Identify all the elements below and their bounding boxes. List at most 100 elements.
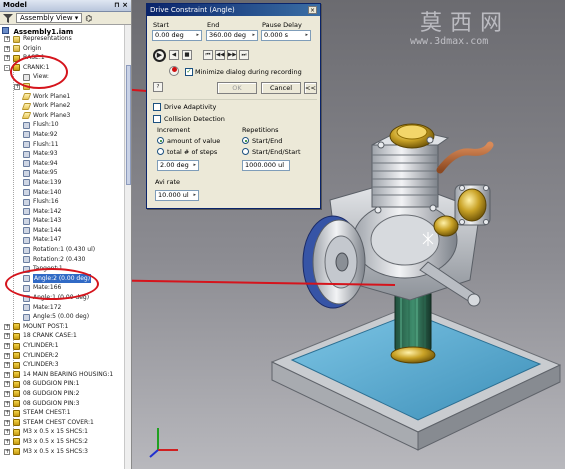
tree-item[interactable]: Mate:139 <box>0 178 131 188</box>
expand-icon[interactable]: + <box>4 362 10 369</box>
tree-item[interactable]: +18 CRANK CASE:1 <box>0 331 131 341</box>
part-icon <box>13 323 20 331</box>
tree-item[interactable]: Flush:10 <box>0 120 131 130</box>
tree-item[interactable]: Rotation:1 (0.430 ul) <box>0 245 131 255</box>
record-button[interactable] <box>169 66 179 76</box>
tree-item[interactable]: Mate:140 <box>0 188 131 198</box>
part-icon <box>13 448 20 456</box>
tree-item[interactable]: Flush:11 <box>0 140 131 150</box>
go-to-end-button[interactable]: ⏭ <box>239 50 249 60</box>
expand-icon[interactable]: + <box>4 352 10 359</box>
part-icon <box>13 419 20 427</box>
amount-of-value-radio[interactable] <box>157 137 164 144</box>
close-button[interactable]: × <box>308 6 317 14</box>
tree-item[interactable]: + Origin <box>0 44 131 54</box>
tree-item[interactable]: Work Plane2 <box>0 101 131 111</box>
tree-item[interactable]: Angle:5 (0.00 deg) <box>0 312 131 322</box>
find-binoculars-icon[interactable]: ⌬ <box>85 14 92 23</box>
collapse-button[interactable]: << <box>304 82 317 94</box>
filter-icon[interactable] <box>3 13 13 23</box>
step-forward-button[interactable]: ▶▶ <box>227 50 237 60</box>
expand-icon[interactable]: + <box>4 45 10 52</box>
tree-item[interactable]: + CYLINDER:2 <box>0 351 131 361</box>
pause-delay-input[interactable]: 0.000 s ▸ <box>261 30 311 41</box>
tree-item[interactable]: Mate:92 <box>0 130 131 140</box>
tree-item[interactable]: Work Plane1 <box>0 92 131 102</box>
play-reverse-button[interactable]: ◀ <box>169 50 179 60</box>
constraint-icon <box>23 256 30 264</box>
play-forward-button[interactable]: ▶ <box>153 49 166 62</box>
go-to-start-button[interactable]: ⏮ <box>203 50 213 60</box>
expand-icon[interactable]: + <box>4 36 10 42</box>
tree-item[interactable]: Mate:93 <box>0 149 131 159</box>
browser-pin-icon[interactable]: ⊓ × <box>114 1 128 10</box>
expand-icon[interactable]: + <box>4 343 10 349</box>
part-icon <box>13 380 20 388</box>
start-input[interactable]: 0.00 deg ▸ <box>152 30 202 41</box>
help-button[interactable]: ? <box>153 82 163 92</box>
cancel-button[interactable]: Cancel <box>261 82 301 94</box>
tree-item-label: Work Plane2 <box>33 102 71 110</box>
watermark-text: 莫西网 <box>420 11 511 36</box>
tree-item[interactable]: + M3 x 0.5 x 15 SHCS:2 <box>0 437 131 447</box>
tree-item[interactable]: Mate:144 <box>0 226 131 236</box>
tree-item[interactable]: + Representations <box>0 34 131 44</box>
tree-item-label: M3 x 0.5 x 15 SHCS:3 <box>23 447 88 455</box>
expand-icon[interactable]: + <box>4 429 10 436</box>
expand-icon[interactable]: + <box>4 400 10 407</box>
tree-item[interactable]: +14 MAIN BEARING HOUSING:1 <box>0 370 131 380</box>
tree-item[interactable]: Flush:16 <box>0 197 131 207</box>
tree-item-label: CYLINDER:2 <box>23 351 59 359</box>
tree-item[interactable]: + STEAM CHEST:1 <box>0 408 131 418</box>
start-end-radio[interactable] <box>242 137 249 144</box>
expand-icon[interactable]: + <box>4 381 10 388</box>
tree-item-label: Mate:92 <box>33 130 58 138</box>
step-back-button[interactable]: ◀◀ <box>215 50 225 60</box>
tree-item[interactable]: Mate:172 <box>0 303 131 313</box>
tree-item[interactable]: Mate:142 <box>0 207 131 217</box>
pause-button[interactable]: ■ <box>182 50 192 60</box>
expand-icon[interactable]: + <box>4 410 10 417</box>
view-dropdown[interactable]: Assembly View ▾ <box>16 13 83 23</box>
tree-item[interactable]: Work Plane3 <box>0 111 131 121</box>
tree-item[interactable]: Mate:95 <box>0 168 131 178</box>
expand-icon[interactable]: + <box>4 419 10 426</box>
total-steps-radio[interactable] <box>157 148 164 155</box>
tree-item[interactable]: + STEAM CHEST COVER:1 <box>0 418 131 428</box>
tree-item[interactable]: Mate:143 <box>0 216 131 226</box>
expand-icon[interactable]: + <box>4 371 10 378</box>
increment-input[interactable]: 2.00 deg ▸ <box>157 160 199 171</box>
tree-item[interactable]: Mate:147 <box>0 235 131 245</box>
avi-rate-input[interactable]: 10.000 ul ▸ <box>155 190 199 201</box>
avi-rate-value: 10.000 ul <box>158 191 189 199</box>
drive-adaptivity-checkbox[interactable] <box>153 103 161 111</box>
tree-item[interactable]: + MOUNT POST:1 <box>0 322 131 332</box>
ok-button[interactable]: OK <box>217 82 257 94</box>
minimize-checkbox[interactable]: ✓ <box>185 68 193 76</box>
expand-icon[interactable]: + <box>4 448 10 455</box>
tree-item-label: Mate:147 <box>33 236 62 244</box>
scrollbar-thumb[interactable] <box>126 65 131 185</box>
expand-icon[interactable]: + <box>4 333 10 340</box>
tree-item[interactable]: Rotation:2 (0.430 <box>0 255 131 265</box>
end-input[interactable]: 360.00 deg ▸ <box>206 30 258 41</box>
collision-detection-checkbox[interactable] <box>153 115 161 123</box>
tree-item[interactable]: +08 GUDGION PIN:3 <box>0 399 131 409</box>
tree-item[interactable]: + CYLINDER:3 <box>0 360 131 370</box>
expand-icon[interactable]: + <box>4 55 10 62</box>
tree-root[interactable]: Assembly1.iam <box>0 25 131 36</box>
expand-icon[interactable]: + <box>4 390 10 397</box>
start-end-start-radio[interactable] <box>242 148 249 155</box>
tree-item[interactable]: Mate:94 <box>0 159 131 169</box>
expand-icon[interactable]: + <box>4 438 10 445</box>
tree-item[interactable]: +08 GUDGION PIN:2 <box>0 389 131 399</box>
tree-item-label: MOUNT POST:1 <box>23 322 69 330</box>
expand-icon[interactable]: + <box>4 323 10 330</box>
repetitions-input[interactable]: 1000.000 ul <box>242 160 290 171</box>
collision-detection-label: Collision Detection <box>164 115 225 123</box>
tree-item[interactable]: + M3 x 0.5 x 15 SHCS:3 <box>0 447 131 457</box>
tree-item[interactable]: + CYLINDER:1 <box>0 341 131 351</box>
tree-item[interactable]: +08 GUDGION PIN:1 <box>0 379 131 389</box>
browser-scrollbar[interactable] <box>124 25 131 469</box>
tree-item[interactable]: + M3 x 0.5 x 15 SHCS:1 <box>0 427 131 437</box>
